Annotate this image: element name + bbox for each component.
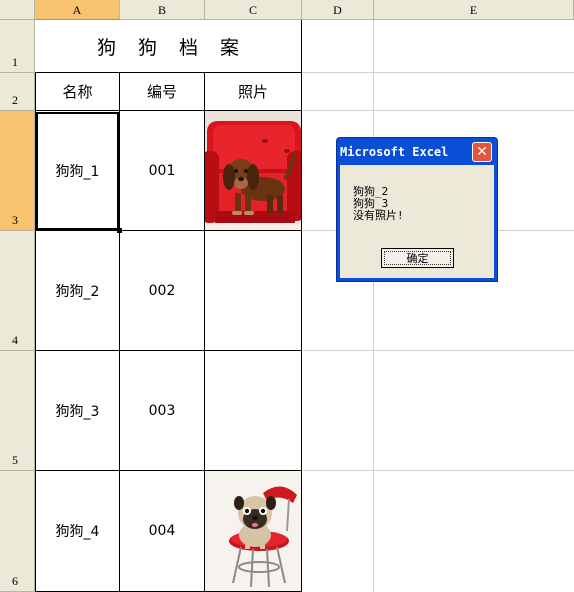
dachshund-photo[interactable] [205,111,301,230]
row-number: 6 [12,574,18,588]
dialog-message: 狗狗_2 狗狗_3 没有照片! [353,186,404,222]
photo-cell-1[interactable] [205,111,302,231]
row-header-4[interactable]: 4 [0,231,35,351]
number-cell-1[interactable]: 001 [120,111,205,231]
title-char: 档 [179,36,199,59]
row-header-1[interactable]: 1 [0,20,35,73]
name-cell-1[interactable]: 狗狗_1 [35,111,120,231]
number-cell-2[interactable]: 002 [120,231,205,351]
column-header-b[interactable]: B [120,0,205,20]
photo-cell-3[interactable] [205,351,302,471]
name-cell-3[interactable]: 狗狗_3 [35,351,120,471]
name-cell-2[interactable]: 狗狗_2 [35,231,120,351]
ok-button[interactable]: 确定 [381,248,454,268]
gridline [373,20,374,592]
sheet-title-cell[interactable]: 狗狗档案 [35,20,302,73]
photo-cell-2[interactable] [205,231,302,351]
row-number: 4 [12,333,18,347]
row-number: 2 [12,93,18,107]
title-char: 狗 [96,36,116,59]
number-cell-4[interactable]: 004 [120,471,205,592]
column-header-e[interactable]: E [374,0,574,20]
dialog-title: Microsoft Excel [340,145,449,159]
photo-cell-4[interactable] [205,471,302,592]
number-cell-3[interactable]: 003 [120,351,205,471]
row-header-2[interactable]: 2 [0,73,35,111]
dialog-message-line: 没有照片! [353,209,404,222]
column-header-d[interactable]: D [302,0,374,20]
select-all-corner[interactable] [0,0,35,20]
header-number-cell[interactable]: 编号 [120,73,205,111]
row-header-5[interactable]: 5 [0,351,35,471]
header-photo-cell[interactable]: 照片 [205,73,302,111]
column-header-a[interactable]: A [35,0,120,20]
pug-photo[interactable] [205,471,301,591]
header-name-cell[interactable]: 名称 [35,73,120,111]
title-char: 案 [220,36,240,59]
title-char: 狗 [137,36,157,59]
column-header-c[interactable]: C [205,0,302,20]
name-cell-4[interactable]: 狗狗_4 [35,471,120,592]
close-icon[interactable]: ✕ [472,142,492,162]
row-header-6[interactable]: 6 [0,471,35,592]
row-number: 5 [12,453,18,467]
row-number: 3 [12,213,18,227]
row-number: 1 [12,55,18,69]
row-header-3[interactable]: 3 [0,111,35,231]
